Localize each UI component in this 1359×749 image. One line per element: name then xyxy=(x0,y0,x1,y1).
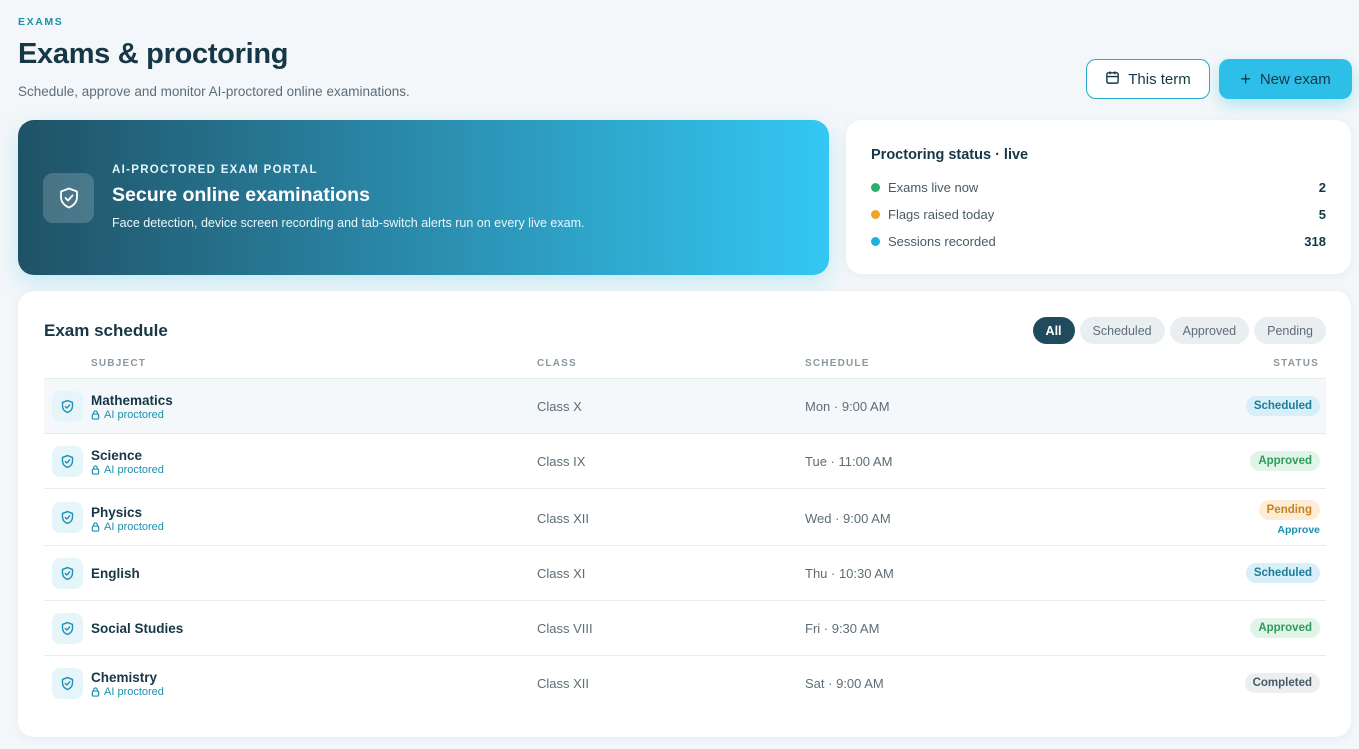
filter-all[interactable]: All xyxy=(1032,317,1075,344)
this-term-label: This term xyxy=(1128,70,1191,88)
status-badge: Scheduled xyxy=(1245,563,1320,583)
schedule-cell: Fri · 9:30 AM xyxy=(805,621,880,636)
exam-schedule-card: Exam schedule All Scheduled Approved Pen… xyxy=(18,291,1351,737)
page-title: Exams & proctoring xyxy=(18,38,289,70)
subject-cell: Science AI proctored xyxy=(91,448,164,476)
schedule-title: Exam schedule xyxy=(44,321,168,340)
plus-icon: + xyxy=(1240,69,1251,89)
status-title: Proctoring status · live xyxy=(871,147,1029,163)
schedule-rows: Mathematics AI proctored Class X Mon · 9… xyxy=(44,378,1326,710)
table-row[interactable]: Physics AI proctored Class XII Wed · 9:0… xyxy=(44,488,1326,545)
status-value: 318 xyxy=(1304,233,1326,249)
status-row-flags: Flags raised today 5 xyxy=(871,205,1326,223)
lock-icon xyxy=(91,465,100,475)
filter-group: All Scheduled Approved Pending xyxy=(1032,317,1326,344)
status-label: Flags raised today xyxy=(888,206,995,222)
class-cell: Class XI xyxy=(537,566,586,581)
shield-check-icon xyxy=(52,613,83,644)
subject-name: English xyxy=(91,566,140,581)
shield-check-icon xyxy=(52,391,83,422)
shield-check-icon xyxy=(52,558,83,589)
table-row[interactable]: English Class XI Thu · 10:30 AM Schedule… xyxy=(44,545,1326,600)
schedule-cell: Tue · 11:00 AM xyxy=(805,454,893,469)
shield-check-icon xyxy=(52,668,83,699)
filter-approved[interactable]: Approved xyxy=(1169,317,1250,344)
status-value: 5 xyxy=(1318,206,1326,222)
shield-check-icon xyxy=(52,502,83,533)
proctored-label: AI proctored xyxy=(104,521,164,533)
schedule-cell: Thu · 10:30 AM xyxy=(805,566,894,581)
lock-icon xyxy=(91,522,100,532)
column-header-subject: SUBJECT xyxy=(91,358,147,369)
calendar-icon xyxy=(1105,70,1120,89)
class-cell: Class XII xyxy=(537,511,590,526)
proctored-tag: AI proctored xyxy=(91,686,164,698)
subject-cell: Social Studies xyxy=(91,621,183,636)
status-badge: Pending xyxy=(1258,500,1320,520)
table-row[interactable]: Social Studies Class VIII Fri · 9:30 AM … xyxy=(44,600,1326,655)
proctoring-status-card: Proctoring status · live Exams live now … xyxy=(846,120,1351,274)
column-header-status: STATUS xyxy=(1273,358,1319,369)
status-dot xyxy=(871,182,880,192)
hero-banner: AI-PROCTORED EXAM PORTAL Secure online e… xyxy=(18,120,829,275)
this-term-button[interactable]: This term xyxy=(1086,59,1210,99)
status-dot xyxy=(871,209,880,219)
hero-title: Secure online examinations xyxy=(112,184,370,206)
status-dot xyxy=(871,236,880,246)
column-header-schedule: SCHEDULE xyxy=(805,358,870,369)
status-badge: Approved xyxy=(1250,618,1320,638)
schedule-cell: Wed · 9:00 AM xyxy=(805,511,891,526)
subject-cell: Mathematics AI proctored xyxy=(91,393,173,421)
hero-eyebrow: AI-PROCTORED EXAM PORTAL xyxy=(112,164,318,176)
proctored-label: AI proctored xyxy=(104,409,164,421)
table-row[interactable]: Chemistry AI proctored Class XII Sat · 9… xyxy=(44,655,1326,710)
status-badge: Completed xyxy=(1244,673,1320,693)
subject-name: Social Studies xyxy=(91,621,184,636)
shield-check-icon xyxy=(43,173,94,223)
new-exam-button[interactable]: + New exam xyxy=(1219,59,1352,99)
lock-icon xyxy=(91,687,100,697)
class-cell: Class XII xyxy=(537,676,590,691)
status-badge: Scheduled xyxy=(1245,396,1320,416)
subject-name: Science xyxy=(91,448,143,463)
proctored-tag: AI proctored xyxy=(91,464,164,476)
shield-check-icon xyxy=(52,446,83,477)
page-subtitle: Schedule, approve and monitor AI-proctor… xyxy=(18,84,410,99)
table-row[interactable]: Mathematics AI proctored Class X Mon · 9… xyxy=(44,378,1326,433)
status-value: 2 xyxy=(1318,179,1326,195)
table-row[interactable]: Science AI proctored Class IX Tue · 11:0… xyxy=(44,433,1326,488)
status-label: Exams live now xyxy=(888,179,979,195)
subject-cell: Chemistry AI proctored xyxy=(91,670,164,698)
proctored-label: AI proctored xyxy=(104,464,164,476)
status-badge: Approved xyxy=(1250,451,1320,471)
status-label: Sessions recorded xyxy=(888,233,996,249)
subject-cell: Physics AI proctored xyxy=(91,505,164,533)
status-row-live: Exams live now 2 xyxy=(871,178,1326,196)
filter-pending[interactable]: Pending xyxy=(1254,317,1326,344)
lock-icon xyxy=(91,410,100,420)
proctored-tag: AI proctored xyxy=(91,521,164,533)
schedule-cell: Sat · 9:00 AM xyxy=(805,676,884,691)
class-cell: Class X xyxy=(537,399,582,414)
class-cell: Class IX xyxy=(537,454,586,469)
approve-link[interactable]: Approve xyxy=(1277,524,1320,536)
subject-name: Physics xyxy=(91,505,143,520)
proctored-tag: AI proctored xyxy=(91,409,173,421)
page-eyebrow: EXAMS xyxy=(18,16,64,28)
new-exam-label: New exam xyxy=(1259,70,1331,88)
hero-description: Face detection, device screen recording … xyxy=(112,216,585,230)
schedule-cell: Mon · 9:00 AM xyxy=(805,399,890,414)
filter-scheduled[interactable]: Scheduled xyxy=(1079,317,1165,344)
class-cell: Class VIII xyxy=(537,621,593,636)
subject-name: Chemistry xyxy=(91,670,158,685)
subject-cell: English xyxy=(91,566,140,581)
subject-name: Mathematics xyxy=(91,393,173,408)
proctored-label: AI proctored xyxy=(104,686,164,698)
column-header-class: CLASS xyxy=(537,358,577,369)
status-row-sessions: Sessions recorded 318 xyxy=(871,232,1326,250)
